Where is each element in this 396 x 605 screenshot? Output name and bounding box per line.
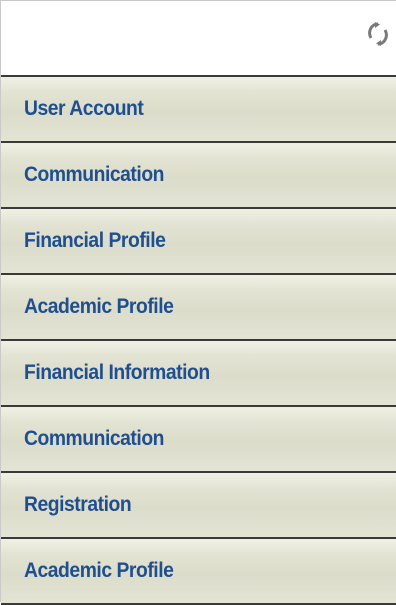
menu-item-label: User Account	[24, 97, 144, 120]
menu-item-communication-2[interactable]: Communication	[1, 407, 396, 473]
menu-item-label: Financial Information	[24, 361, 210, 384]
menu-item-financial-information[interactable]: Financial Information	[1, 341, 396, 407]
panel-header	[1, 1, 396, 77]
menu-item-label: Academic Profile	[24, 559, 174, 582]
menu-item-academic-profile-2[interactable]: Academic Profile	[1, 539, 396, 605]
menu-item-label: Academic Profile	[24, 295, 174, 318]
menu-item-label: Communication	[24, 163, 164, 186]
navigation-menu: User Account Communication Financial Pro…	[1, 77, 396, 605]
refresh-icon[interactable]	[367, 21, 389, 47]
navigation-panel: User Account Communication Financial Pro…	[0, 0, 396, 605]
menu-item-communication[interactable]: Communication	[1, 143, 396, 209]
menu-item-financial-profile[interactable]: Financial Profile	[1, 209, 396, 275]
menu-item-label: Financial Profile	[24, 229, 166, 252]
menu-item-user-account[interactable]: User Account	[1, 77, 396, 143]
menu-item-label: Registration	[24, 493, 132, 516]
menu-item-registration[interactable]: Registration	[1, 473, 396, 539]
menu-item-academic-profile[interactable]: Academic Profile	[1, 275, 396, 341]
menu-item-label: Communication	[24, 427, 164, 450]
